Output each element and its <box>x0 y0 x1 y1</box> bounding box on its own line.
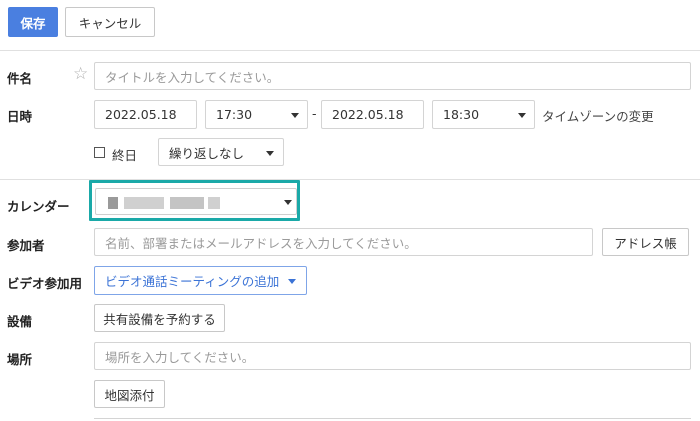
start-date-value: 2022.05.18 <box>105 107 177 122</box>
video-label: ビデオ参加用 <box>7 276 83 291</box>
video-meeting-select[interactable]: ビデオ通話ミーティングの追加 <box>94 266 307 295</box>
equipment-label: 設備 <box>7 314 33 329</box>
timezone-change-link[interactable]: タイムゾーンの変更 <box>542 106 654 125</box>
subject-label: 件名 <box>7 71 33 86</box>
participants-label: 参加者 <box>7 238 45 253</box>
chevron-down-icon <box>288 279 296 284</box>
repeat-select[interactable]: 繰り返しなし <box>158 138 284 166</box>
end-date-field[interactable]: 2022.05.18 <box>321 100 424 129</box>
subject-placeholder: タイトルを入力してください。 <box>105 69 280 85</box>
save-button[interactable]: 保存 <box>8 7 58 37</box>
calendar-value-redacted <box>170 197 204 209</box>
star-icon[interactable]: ☆ <box>73 64 91 84</box>
end-time-select[interactable]: 18:30 <box>432 100 535 129</box>
address-book-button[interactable]: アドレス帳 <box>602 228 689 256</box>
cancel-button[interactable]: キャンセル <box>65 7 155 37</box>
location-placeholder: 場所を入力してください。 <box>105 349 255 365</box>
participants-placeholder: 名前、部署またはメールアドレスを入力してください。 <box>105 235 417 251</box>
video-meeting-label: ビデオ通話ミーティングの追加 <box>105 274 280 289</box>
start-time-value: 17:30 <box>216 107 253 122</box>
participants-input[interactable]: 名前、部署またはメールアドレスを入力してください。 <box>94 228 593 256</box>
all-day-label: 終日 <box>112 148 138 163</box>
end-time-value: 18:30 <box>443 107 480 122</box>
calendar-value-redacted <box>208 197 220 209</box>
calendar-value-redacted <box>108 197 118 209</box>
reserve-equipment-button[interactable]: 共有設備を予約する <box>94 304 225 332</box>
all-day-checkbox[interactable] <box>94 147 105 158</box>
map-attach-button[interactable]: 地図添付 <box>94 380 165 408</box>
location-label: 場所 <box>7 352 33 367</box>
datetime-label: 日時 <box>7 109 33 124</box>
toolbar-divider <box>0 50 700 51</box>
chevron-down-icon <box>284 200 292 205</box>
end-date-value: 2022.05.18 <box>332 107 404 122</box>
calendar-value-redacted <box>124 197 164 209</box>
chevron-down-icon <box>266 151 274 156</box>
subject-input[interactable]: タイトルを入力してください。 <box>94 62 691 90</box>
chevron-down-icon <box>518 113 526 118</box>
calendar-select[interactable] <box>95 188 297 215</box>
calendar-label: カレンダー <box>7 199 70 214</box>
repeat-value: 繰り返しなし <box>169 145 245 161</box>
time-separator: - <box>312 106 317 121</box>
start-date-field[interactable]: 2022.05.18 <box>94 100 197 129</box>
location-input[interactable]: 場所を入力してください。 <box>94 342 691 370</box>
start-time-select[interactable]: 17:30 <box>205 100 308 129</box>
chevron-down-icon <box>291 113 299 118</box>
